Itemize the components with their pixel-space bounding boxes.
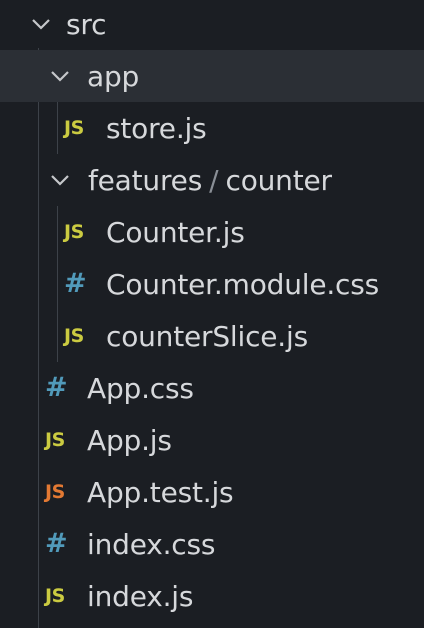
test-js-icon: JS	[45, 481, 65, 503]
path-separator: /	[209, 163, 219, 197]
folder-label: app	[87, 59, 140, 93]
file-item[interactable]: JS App.test.js	[0, 466, 424, 518]
file-label: Counter.js	[106, 215, 245, 249]
file-item[interactable]: JS Counter.js	[0, 206, 424, 258]
file-item[interactable]: # App.css	[0, 362, 424, 414]
chevron-down-icon	[49, 169, 71, 191]
file-label: store.js	[106, 111, 207, 145]
folder-label-features: features	[88, 163, 203, 197]
js-icon: JS	[64, 221, 84, 243]
js-icon: JS	[45, 585, 65, 607]
folder-label-counter: counter	[225, 163, 333, 197]
file-label: App.test.js	[87, 475, 234, 509]
folder-label: src	[66, 7, 107, 41]
file-item[interactable]: # index.css	[0, 518, 424, 570]
file-item[interactable]: JS counterSlice.js	[0, 310, 424, 362]
file-label: App.css	[87, 371, 194, 405]
css-icon: #	[45, 372, 68, 403]
folder-src[interactable]: src	[0, 0, 424, 50]
file-item[interactable]: JS store.js	[0, 102, 424, 154]
js-icon: JS	[45, 429, 65, 451]
file-label: App.js	[87, 423, 172, 457]
file-label: index.js	[87, 579, 194, 613]
file-label: counterSlice.js	[106, 319, 308, 353]
js-icon: JS	[64, 325, 84, 347]
chevron-down-icon	[30, 13, 52, 35]
file-label: Counter.module.css	[106, 267, 380, 301]
css-icon: #	[45, 528, 68, 559]
css-icon: #	[64, 268, 87, 299]
folder-features-counter[interactable]: features / counter	[0, 154, 424, 206]
chevron-down-icon	[49, 65, 71, 87]
file-label: index.css	[87, 527, 216, 561]
js-icon: JS	[64, 117, 84, 139]
file-item[interactable]: # Counter.module.css	[0, 258, 424, 310]
folder-app[interactable]: app	[0, 50, 424, 102]
file-item[interactable]: JS App.js	[0, 414, 424, 466]
file-item[interactable]: JS index.js	[0, 570, 424, 622]
file-explorer-tree: src app JS store.js features / counter J…	[0, 0, 424, 628]
